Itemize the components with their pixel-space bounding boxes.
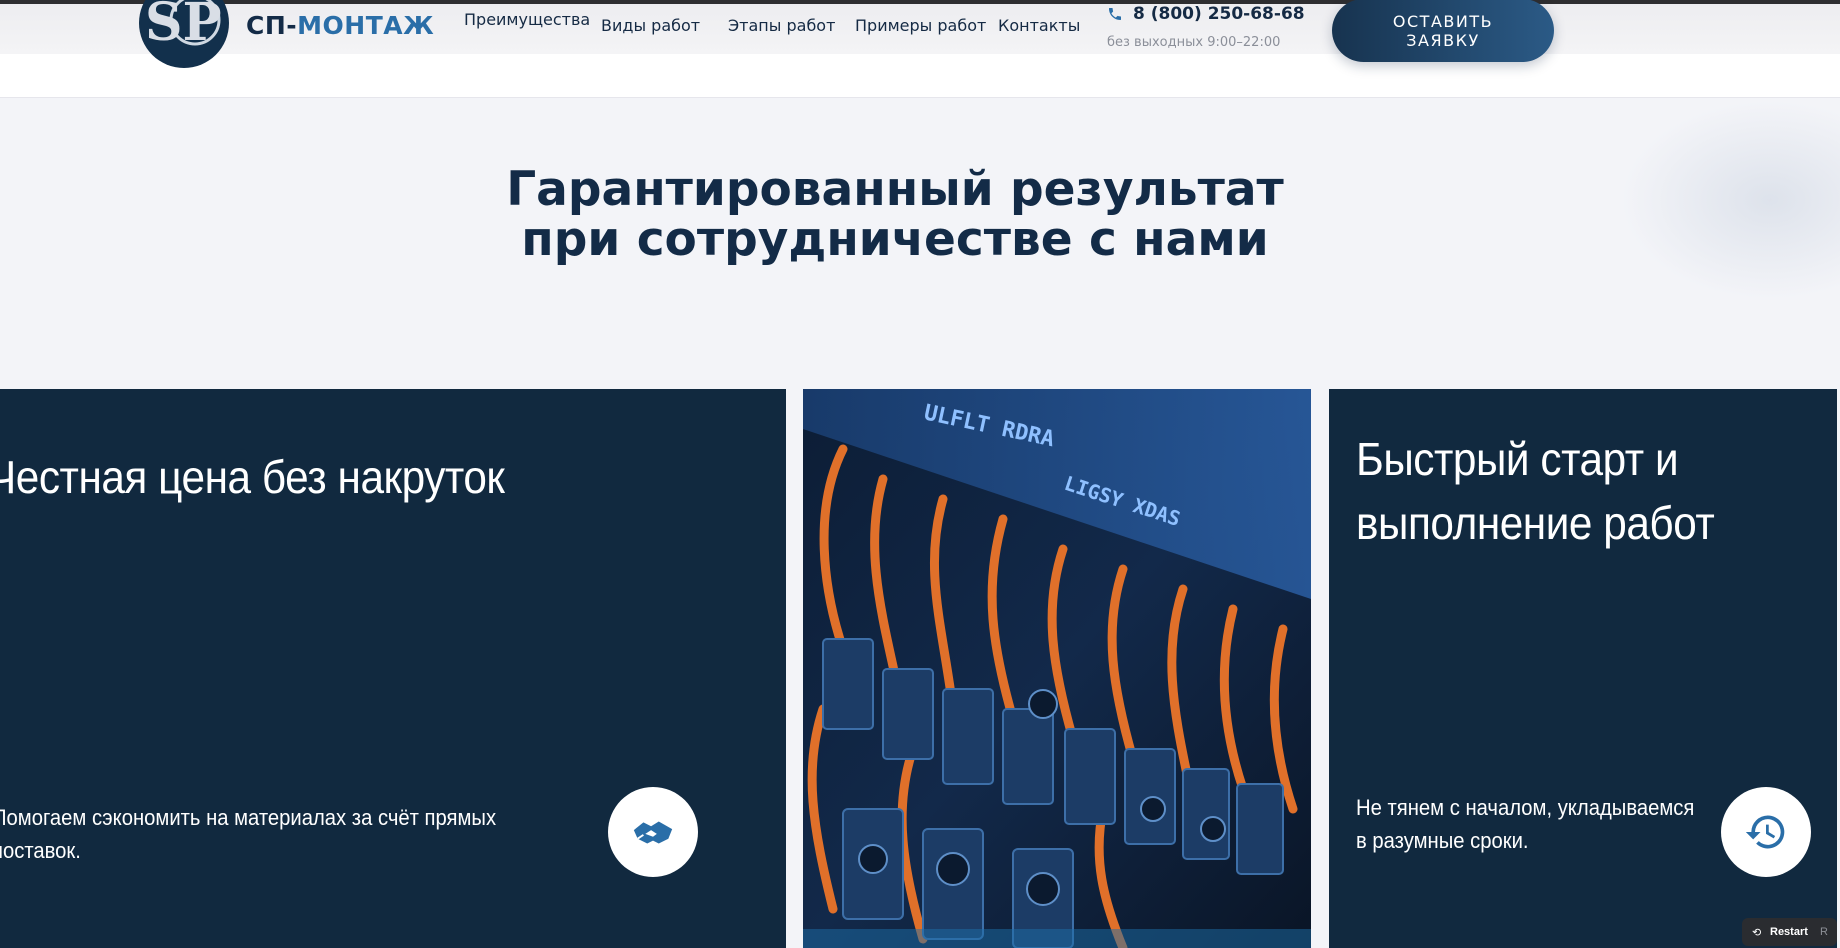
cta-line-1: ОСТАВИТЬ (1392, 11, 1494, 31)
nav-work-types[interactable]: Виды работ (601, 16, 700, 35)
electrical-panel-photo: ULFLT RDRA LIGSY XDAS (803, 389, 1311, 948)
restart-widget[interactable]: ⟲ Restart R (1742, 918, 1837, 946)
logo[interactable]: SP (139, 0, 229, 68)
handshake-icon-button (608, 787, 698, 877)
card-text-speed-line-1: Не тянем с началом, укладываемся (1356, 795, 1695, 820)
brand-part-2: МОНТАЖ (297, 11, 435, 40)
logo-monogram: SP (145, 0, 222, 53)
section-title: Гарантированный результат при сотрудниче… (0, 165, 1790, 265)
nav-advantages[interactable]: Преимущества (464, 10, 590, 29)
card-text-speed: Не тянем с началом, укладываемся в разум… (1356, 791, 1694, 857)
restart-shortcut: R (1820, 926, 1828, 938)
card-title-price: Честная цена без накруток (0, 451, 505, 503)
nav-work-stages[interactable]: Этапы работ (728, 16, 835, 35)
card-text-speed-line-2: в разумные сроки. (1356, 828, 1529, 853)
phone-number[interactable]: 8 (800) 250-68-68 (1133, 4, 1305, 24)
cta-line-2: ЗАЯВКУ (1406, 30, 1480, 50)
electrical-panel-image: ULFLT RDRA LIGSY XDAS (803, 389, 1311, 948)
section-title-line-2: при сотрудничестве с нами (521, 212, 1269, 267)
site-header: SP СП-МОНТАЖ Преимущества Виды работ Эта… (0, 0, 1840, 98)
history-clock-icon (1745, 815, 1785, 849)
card-title-speed-line-2: выполнение работ (1356, 497, 1715, 549)
section-title-line-1: Гарантированный результат (506, 162, 1284, 217)
leave-request-button[interactable]: ОСТАВИТЬ ЗАЯВКУ (1332, 0, 1554, 62)
card-title-speed-line-1: Быстрый старт и (1356, 433, 1679, 485)
restart-label: Restart (1770, 926, 1808, 938)
handshake-icon (633, 821, 673, 844)
cta-label: ОСТАВИТЬ ЗАЯВКУ (1393, 12, 1493, 50)
phone-icon (1109, 8, 1121, 20)
advantage-card-price: Честная цена без накруток Помогаем сэкон… (0, 389, 786, 948)
logo-emblem-icon: SP (145, 0, 222, 53)
restart-icon: ⟲ (1752, 927, 1762, 939)
working-hours: без выходных 9:00–22:00 (1107, 35, 1281, 50)
card-text-price-line-2: поставок. (0, 838, 81, 863)
nav-work-examples[interactable]: Примеры работ (855, 16, 986, 35)
history-icon-button (1721, 787, 1811, 877)
advantage-card-speed: Быстрый старт и выполнение работ Не тяне… (1329, 389, 1837, 948)
card-text-price: Помогаем сэкономить на материалах за счё… (0, 801, 496, 867)
card-title-speed: Быстрый старт и выполнение работ (1356, 427, 1715, 555)
brand-name[interactable]: СП-МОНТАЖ (246, 11, 434, 40)
nav-contacts[interactable]: Контакты (998, 16, 1080, 35)
card-text-price-line-1: Помогаем сэкономить на материалах за счё… (0, 805, 497, 830)
brand-part-1: СП- (246, 11, 298, 40)
